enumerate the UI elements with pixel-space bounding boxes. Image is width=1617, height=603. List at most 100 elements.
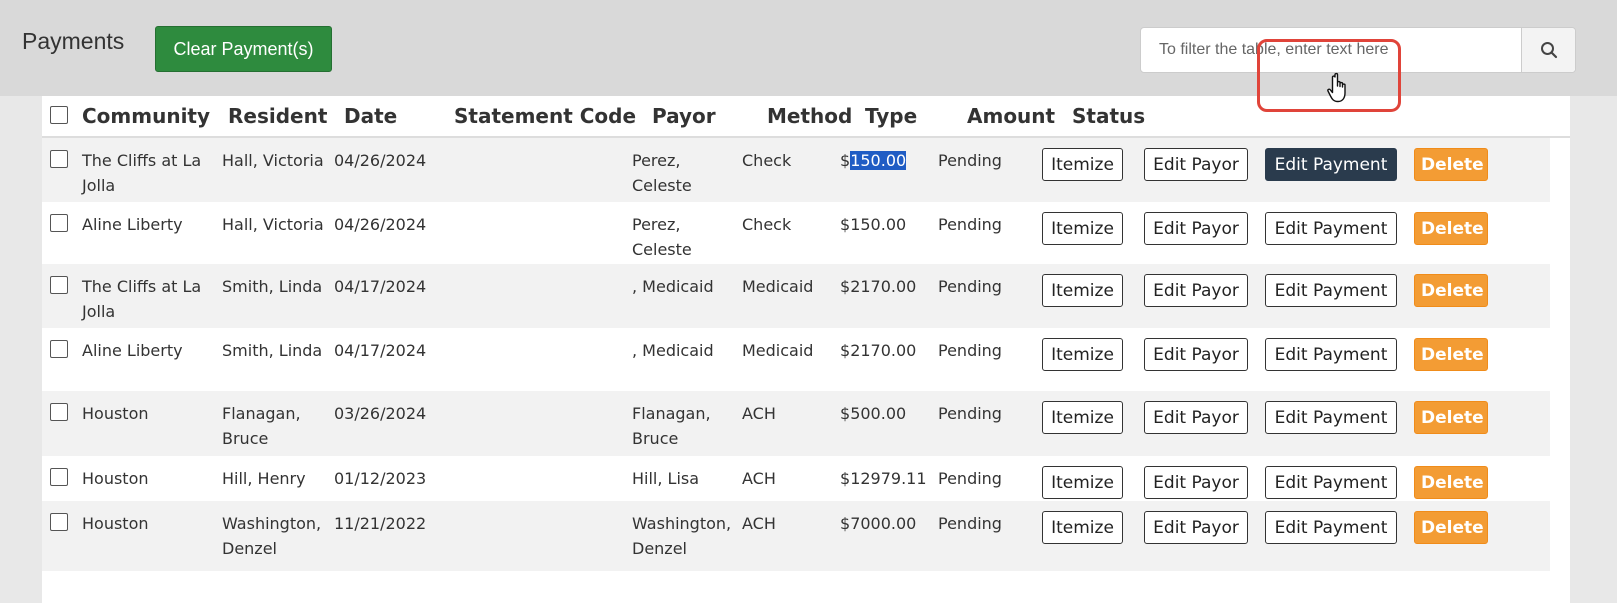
cell-date: 04/17/2024 bbox=[334, 341, 427, 360]
table-row: Houston Hill, Henry 01/12/2023 Hill, Lisa AC… bbox=[42, 456, 1550, 501]
edit-payment-button[interactable]: Edit Payment bbox=[1265, 274, 1397, 307]
cell-method: ACH bbox=[742, 514, 776, 533]
delete-button[interactable]: Delete bbox=[1414, 338, 1488, 371]
itemize-button[interactable]: Itemize bbox=[1042, 212, 1123, 245]
cell-community: Aline Liberty bbox=[82, 341, 183, 360]
table-row: The Cliffs at La Jolla Smith, Linda 04/17/… bbox=[42, 264, 1550, 328]
search-button[interactable] bbox=[1521, 28, 1575, 72]
delete-button[interactable]: Delete bbox=[1414, 466, 1488, 499]
row-checkbox[interactable] bbox=[50, 214, 68, 232]
row-checkbox[interactable] bbox=[50, 403, 68, 421]
col-status[interactable]: Status bbox=[1072, 104, 1145, 128]
edit-payor-button[interactable]: Edit Payor bbox=[1144, 212, 1248, 245]
row-checkbox[interactable] bbox=[50, 150, 68, 168]
row-checkbox[interactable] bbox=[50, 340, 68, 358]
itemize-button[interactable]: Itemize bbox=[1042, 401, 1123, 434]
type-value: 2170.00 bbox=[850, 341, 917, 360]
edit-payment-button[interactable]: Edit Payment bbox=[1265, 511, 1397, 544]
cell-type: $150.00 bbox=[840, 148, 940, 173]
itemize-button[interactable]: Itemize bbox=[1042, 148, 1123, 181]
type-currency: $ bbox=[840, 469, 851, 488]
type-currency: $ bbox=[840, 514, 851, 533]
cell-status: Pending bbox=[938, 277, 1002, 296]
col-date[interactable]: Date bbox=[344, 104, 397, 128]
delete-button[interactable]: Delete bbox=[1414, 511, 1488, 544]
cell-resident: Smith, Linda bbox=[222, 341, 323, 360]
edit-payor-button[interactable]: Edit Payor bbox=[1144, 511, 1248, 544]
type-currency: $ bbox=[840, 404, 851, 423]
cell-status: Pending bbox=[938, 404, 1002, 423]
cell-status: Pending bbox=[938, 469, 1002, 488]
type-currency: $ bbox=[840, 341, 851, 360]
itemize-button[interactable]: Itemize bbox=[1042, 511, 1123, 544]
cell-resident: Hall, Victoria bbox=[222, 215, 324, 234]
delete-button[interactable]: Delete bbox=[1414, 212, 1488, 245]
cell-payor: Washington, Denzel bbox=[632, 514, 732, 558]
col-resident[interactable]: Resident bbox=[228, 104, 327, 128]
delete-button[interactable]: Delete bbox=[1414, 401, 1488, 434]
delete-button[interactable]: Delete bbox=[1414, 274, 1488, 307]
edit-payment-button[interactable]: Edit Payment bbox=[1265, 212, 1397, 245]
cell-resident: Hill, Henry bbox=[222, 469, 306, 488]
cell-status: Pending bbox=[938, 341, 1002, 360]
table-row: The Cliffs at La Jolla Hall, Victoria 04/2… bbox=[42, 138, 1550, 202]
cell-type: $7000.00 bbox=[840, 511, 940, 536]
itemize-button[interactable]: Itemize bbox=[1042, 338, 1123, 371]
cell-community: Houston bbox=[82, 469, 149, 488]
edit-payment-button[interactable]: Edit Payment bbox=[1265, 401, 1397, 434]
delete-button[interactable]: Delete bbox=[1414, 148, 1488, 181]
col-statement-code[interactable]: Statement Code bbox=[454, 104, 636, 128]
cell-type: $150.00 bbox=[840, 212, 940, 237]
edit-payor-button[interactable]: Edit Payor bbox=[1144, 274, 1248, 307]
edit-payment-button[interactable]: Edit Payment bbox=[1265, 338, 1397, 371]
edit-payment-button[interactable]: Edit Payment bbox=[1265, 148, 1397, 181]
cell-type: $500.00 bbox=[840, 401, 940, 426]
payments-table: Community Resident Date Statement Code P… bbox=[42, 96, 1570, 603]
col-payor[interactable]: Payor bbox=[652, 104, 716, 128]
search-input[interactable] bbox=[1141, 28, 1521, 72]
row-checkbox[interactable] bbox=[50, 276, 68, 294]
table-filter bbox=[1140, 27, 1576, 73]
col-community[interactable]: Community bbox=[82, 104, 210, 128]
type-value: 150.00 bbox=[850, 215, 907, 234]
edit-payor-button[interactable]: Edit Payor bbox=[1144, 401, 1248, 434]
table-row: Aline Liberty Smith, Linda 04/17/2024 , Med… bbox=[42, 328, 1550, 391]
cell-resident: Smith, Linda bbox=[222, 277, 323, 296]
cell-date: 04/26/2024 bbox=[334, 215, 427, 234]
cell-date: 11/21/2022 bbox=[334, 514, 427, 533]
cell-status: Pending bbox=[938, 514, 1002, 533]
type-value: 500.00 bbox=[850, 404, 907, 423]
cell-method: Check bbox=[742, 151, 792, 170]
type-currency: $ bbox=[840, 215, 851, 234]
table-row: Houston Flanagan, Bruce 03/26/2024 Flanagan… bbox=[42, 391, 1550, 456]
edit-payor-button[interactable]: Edit Payor bbox=[1144, 148, 1248, 181]
cell-community: Houston bbox=[82, 514, 149, 533]
edit-payment-button[interactable]: Edit Payment bbox=[1265, 466, 1397, 499]
cell-community: Aline Liberty bbox=[82, 215, 183, 234]
cell-status: Pending bbox=[938, 151, 1002, 170]
page-title: Payments bbox=[22, 28, 125, 54]
table-header: Community Resident Date Statement Code P… bbox=[42, 96, 1570, 138]
edit-payor-button[interactable]: Edit Payor bbox=[1144, 338, 1248, 371]
cell-status: Pending bbox=[938, 215, 1002, 234]
type-value: 150.00 bbox=[850, 151, 907, 170]
cell-date: 04/17/2024 bbox=[334, 277, 427, 296]
itemize-button[interactable]: Itemize bbox=[1042, 466, 1123, 499]
type-currency: $ bbox=[840, 277, 851, 296]
itemize-button[interactable]: Itemize bbox=[1042, 274, 1123, 307]
table-row: Aline Liberty Hall, Victoria 04/26/2024 Per… bbox=[42, 202, 1550, 264]
cell-method: ACH bbox=[742, 404, 776, 423]
select-all-checkbox[interactable] bbox=[50, 106, 68, 124]
col-method[interactable]: Method bbox=[767, 104, 852, 128]
edit-payor-button[interactable]: Edit Payor bbox=[1144, 466, 1248, 499]
clear-payments-button[interactable]: Clear Payment(s) bbox=[155, 26, 332, 72]
col-amount[interactable]: Amount bbox=[967, 104, 1055, 128]
col-type[interactable]: Type bbox=[865, 104, 917, 128]
cell-method: Medicaid bbox=[742, 341, 814, 360]
cell-payor: Hill, Lisa bbox=[632, 469, 700, 488]
cell-type: $12979.11 bbox=[840, 466, 940, 491]
row-checkbox[interactable] bbox=[50, 468, 68, 486]
row-checkbox[interactable] bbox=[50, 513, 68, 531]
type-value: 7000.00 bbox=[850, 514, 917, 533]
type-value: 2170.00 bbox=[850, 277, 917, 296]
